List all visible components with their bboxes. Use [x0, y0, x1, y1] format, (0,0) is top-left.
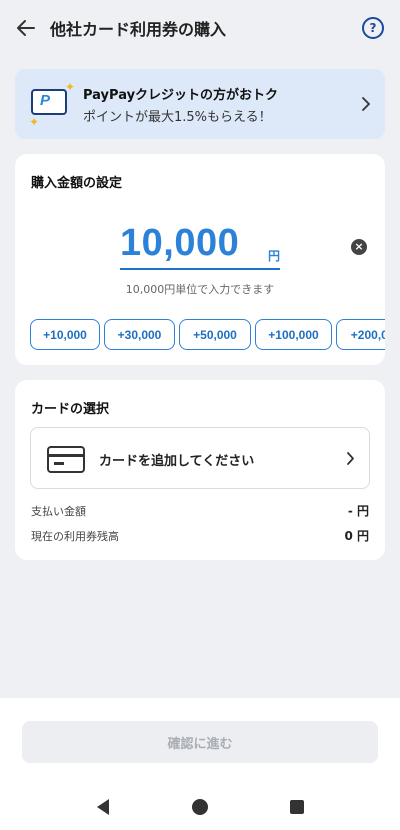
amount-input[interactable]: 10,000 円 — [120, 222, 280, 270]
banner-subtitle: ポイントが最大1.5%もらえる！ — [83, 110, 272, 125]
amount-section-title: 購入金額の設定 — [31, 176, 123, 191]
paypay-card-icon: P — [31, 89, 67, 115]
confirm-button[interactable]: 確認に進む — [22, 721, 378, 763]
chevron-right-icon — [347, 452, 354, 465]
payment-amount-label: 支払い金額 — [31, 505, 86, 518]
card-select-card: カードの選択 カードを追加してください 支払い金額 - 円 現在の利用券残高 0… — [15, 380, 385, 560]
clear-amount-icon[interactable]: × — [351, 239, 367, 255]
amount-value: 10,000 — [120, 222, 240, 264]
amount-unit: 円 — [268, 249, 281, 263]
add-10000-chip[interactable]: +10,000 — [30, 319, 100, 350]
payment-amount-value: - 円 — [347, 504, 369, 518]
add-30000-chip[interactable]: +30,000 — [104, 319, 175, 350]
paypay-credit-banner[interactable]: P ✦ ✦ PayPayクレジットの方がおトク ポイントが最大1.5%もらえる！ — [15, 69, 385, 139]
credit-card-icon — [47, 446, 85, 473]
add-card-button[interactable]: カードを追加してください — [30, 427, 370, 489]
sparkle-icon: ✦ — [65, 80, 76, 94]
nav-recents-icon[interactable] — [290, 800, 304, 814]
amount-note: 10,000円単位で入力できます — [125, 283, 275, 296]
app-header: 他社カード利用券の購入 ? — [0, 0, 400, 56]
system-nav-bar — [0, 786, 400, 830]
card-section-title: カードの選択 — [31, 402, 110, 417]
banner-title: PayPayクレジットの方がおトク — [83, 88, 279, 103]
amount-card: 購入金額の設定 10,000 円 × 10,000円単位で入力できます +10,… — [15, 154, 385, 365]
sparkle-icon: ✦ — [29, 115, 40, 129]
nav-home-icon[interactable] — [192, 799, 208, 815]
nav-back-icon[interactable] — [95, 798, 111, 816]
balance-value: 0 円 — [344, 529, 369, 543]
add-100000-chip[interactable]: +100,000 — [255, 319, 332, 350]
add-200000-chip[interactable]: +200,000 — [336, 319, 385, 350]
add-50000-chip[interactable]: +50,000 — [179, 319, 251, 350]
footer: 確認に進む — [0, 698, 400, 830]
help-icon[interactable]: ? — [362, 17, 384, 39]
back-arrow-icon[interactable] — [14, 16, 38, 40]
amount-chip-row: +10,000 +30,000 +50,000 +100,000 +200,00… — [30, 319, 385, 351]
chevron-right-icon — [362, 97, 370, 111]
page-title: 他社カード利用券の購入 — [50, 20, 227, 39]
balance-label: 現在の利用券残高 — [31, 530, 119, 543]
add-card-label: カードを追加してください — [99, 454, 255, 469]
